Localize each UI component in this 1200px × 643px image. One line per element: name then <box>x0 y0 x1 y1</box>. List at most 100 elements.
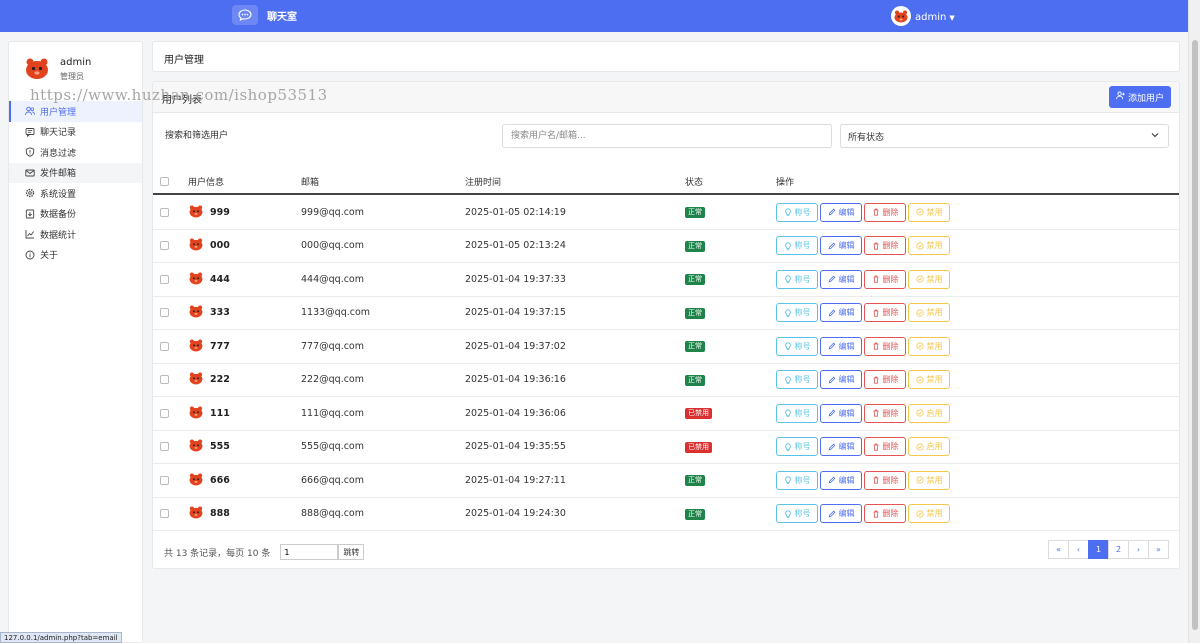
register-time: 2025-01-04 19:37:15 <box>465 307 566 319</box>
sidebar-item-about[interactable]: 关于 <box>9 245 142 266</box>
page-scrollbar[interactable] <box>1188 0 1200 643</box>
add-user-button[interactable]: 添加用户 <box>1108 86 1171 108</box>
user-name: 333 <box>210 307 230 319</box>
delete-button[interactable]: 删除 <box>864 303 906 323</box>
title-button[interactable]: 称号 <box>776 236 818 256</box>
row-actions: 称号 编辑 删除 禁用 <box>776 236 952 256</box>
toggle-status-button[interactable]: 禁用 <box>908 269 950 289</box>
toggle-status-button[interactable]: 禁用 <box>908 303 950 323</box>
page-button[interactable]: « <box>1048 540 1069 559</box>
page-button[interactable]: ‹ <box>1068 540 1089 559</box>
toggle-status-button[interactable]: 禁用 <box>908 202 950 222</box>
toggle-status-label: 启用 <box>926 442 943 452</box>
sidebar-item-filter[interactable]: 消息过滤 <box>9 142 142 163</box>
avatar <box>188 371 204 388</box>
delete-button[interactable]: 删除 <box>864 336 906 356</box>
profile-name: admin <box>60 57 92 68</box>
edit-button[interactable]: 编辑 <box>820 437 862 457</box>
row-checkbox[interactable] <box>160 341 169 351</box>
select-all-checkbox[interactable] <box>160 176 169 186</box>
title-button[interactable]: 称号 <box>776 403 818 423</box>
edit-button[interactable]: 编辑 <box>820 303 862 323</box>
scrollbar-thumb[interactable] <box>1192 40 1198 630</box>
edit-button[interactable]: 编辑 <box>820 504 862 524</box>
add-user-label: 添加用户 <box>1127 93 1164 104</box>
row-checkbox[interactable] <box>160 274 169 284</box>
table-row: 222 222@qq.com 2025-01-04 19:36:16 正常 称号… <box>153 364 1179 397</box>
status-badge: 正常 <box>685 274 705 286</box>
avatar <box>891 6 911 29</box>
search-input[interactable] <box>502 124 832 148</box>
table-row: 111 111@qq.com 2025-01-04 19:36:06 已禁用 称… <box>153 397 1179 431</box>
row-checkbox[interactable] <box>160 408 169 418</box>
title-button-label: 称号 <box>794 375 811 385</box>
toggle-status-label: 禁用 <box>926 274 943 284</box>
pencil-icon <box>828 242 836 250</box>
edit-button[interactable]: 编辑 <box>820 269 862 289</box>
user-menu[interactable]: admin ▼ <box>891 6 955 29</box>
row-checkbox[interactable] <box>160 475 169 485</box>
delete-button[interactable]: 删除 <box>864 202 906 222</box>
delete-button[interactable]: 删除 <box>864 504 906 524</box>
row-checkbox[interactable] <box>160 509 169 519</box>
sidebar-item-mail[interactable]: 发件邮箱 <box>9 162 142 183</box>
trash-icon <box>872 208 880 216</box>
delete-button[interactable]: 删除 <box>864 269 906 289</box>
toggle-status-button[interactable]: 禁用 <box>908 370 950 390</box>
title-button[interactable]: 称号 <box>776 370 818 390</box>
edit-button[interactable]: 编辑 <box>820 336 862 356</box>
row-checkbox[interactable] <box>160 207 169 217</box>
brand[interactable]: 聊天室 <box>232 5 297 25</box>
row-actions: 称号 编辑 删除 禁用 <box>776 202 952 222</box>
edit-button[interactable]: 编辑 <box>820 403 862 423</box>
toggle-status-button[interactable]: 禁用 <box>908 336 950 356</box>
page-button[interactable]: 1 <box>1088 540 1109 559</box>
sidebar-item-stats[interactable]: 数据统计 <box>9 224 142 245</box>
sidebar-item-chat-log[interactable]: 聊天记录 <box>9 122 142 143</box>
title-button[interactable]: 称号 <box>776 336 818 356</box>
info-icon <box>25 250 35 260</box>
toggle-status-label: 禁用 <box>926 207 943 217</box>
table-row: 666 666@qq.com 2025-01-04 19:27:11 正常 称号… <box>153 464 1179 498</box>
toggle-status-button[interactable]: 启用 <box>908 437 950 457</box>
title-button[interactable]: 称号 <box>776 504 818 524</box>
edit-button[interactable]: 编辑 <box>820 370 862 390</box>
delete-button[interactable]: 删除 <box>864 437 906 457</box>
jump-button[interactable]: 跳转 <box>338 544 365 560</box>
status-badge: 正常 <box>685 475 705 487</box>
toggle-status-button[interactable]: 禁用 <box>908 470 950 490</box>
chart-icon <box>25 229 35 239</box>
delete-button[interactable]: 删除 <box>864 370 906 390</box>
page-button[interactable]: 2 <box>1108 540 1129 559</box>
toggle-status-button[interactable]: 启用 <box>908 403 950 423</box>
delete-button[interactable]: 删除 <box>864 236 906 256</box>
row-checkbox[interactable] <box>160 442 169 452</box>
row-checkbox[interactable] <box>160 375 169 385</box>
edit-button[interactable]: 编辑 <box>820 236 862 256</box>
title-button[interactable]: 称号 <box>776 202 818 222</box>
register-time: 2025-01-05 02:14:19 <box>465 206 566 218</box>
filter-label: 搜索和筛选用户 <box>165 131 229 141</box>
row-checkbox[interactable] <box>160 308 169 318</box>
sidebar-item-users[interactable]: 用户管理 <box>9 101 142 122</box>
top-navbar: 聊天室 admin ▼ <box>0 0 1188 32</box>
title-button[interactable]: 称号 <box>776 470 818 490</box>
edit-button[interactable]: 编辑 <box>820 202 862 222</box>
title-button[interactable]: 称号 <box>776 437 818 457</box>
title-button[interactable]: 称号 <box>776 269 818 289</box>
delete-button[interactable]: 删除 <box>864 470 906 490</box>
register-time: 2025-01-05 02:13:24 <box>465 240 566 252</box>
sidebar-item-backup[interactable]: 数据备份 <box>9 204 142 225</box>
toggle-status-button[interactable]: 禁用 <box>908 504 950 524</box>
status-select[interactable]: 所有状态 <box>840 124 1169 148</box>
edit-button[interactable]: 编辑 <box>820 470 862 490</box>
page-button[interactable]: › <box>1128 540 1149 559</box>
row-checkbox[interactable] <box>160 241 169 251</box>
page-button[interactable]: » <box>1148 540 1169 559</box>
sidebar-item-settings[interactable]: 系统设置 <box>9 183 142 204</box>
title-button[interactable]: 称号 <box>776 303 818 323</box>
trash-icon <box>872 409 880 417</box>
toggle-status-button[interactable]: 禁用 <box>908 236 950 256</box>
page-number-input[interactable] <box>280 544 339 560</box>
delete-button[interactable]: 删除 <box>864 403 906 423</box>
